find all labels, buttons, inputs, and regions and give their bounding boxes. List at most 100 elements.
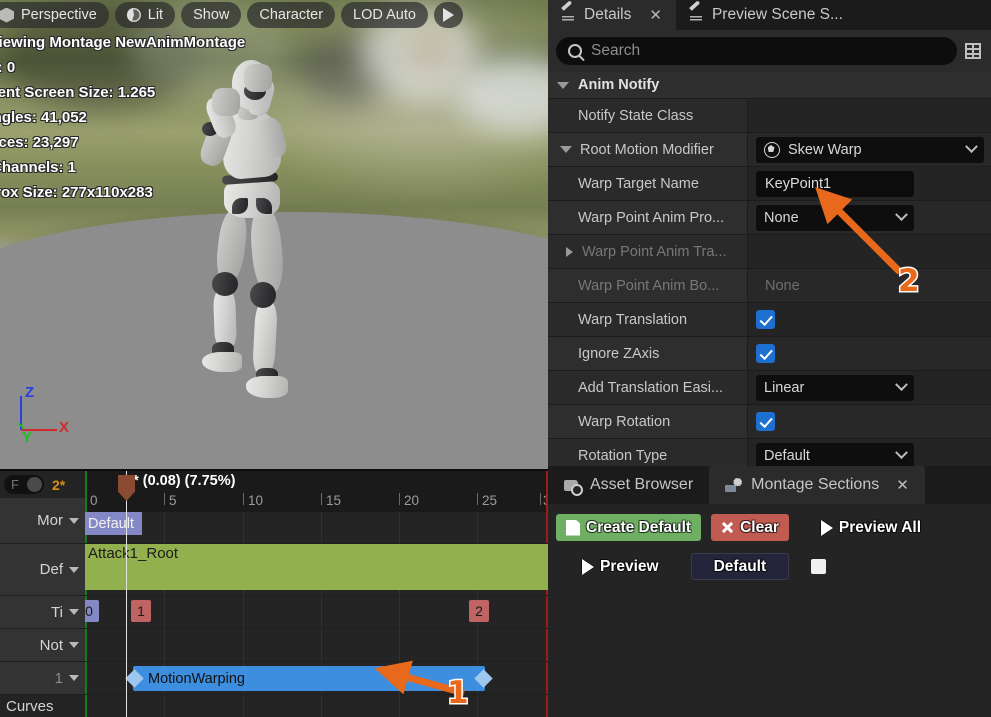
details-property-list[interactable]: Anim Notify Notify State Class Root Moti… [548,72,991,466]
close-icon[interactable]: ✕ [649,6,662,24]
timeline-track-header-montage[interactable]: Mor [0,498,85,544]
property-value[interactable] [748,99,991,132]
close-icon[interactable]: ✕ [896,476,909,494]
ignore-zaxis-checkbox[interactable] [756,344,775,363]
property-row-rotation-type[interactable]: Rotation Type Default [548,439,991,466]
notify-marker-2[interactable]: 2 [469,600,489,622]
viewport-stats-overlay: Previewing Montage NewAnimMontage LOD: 0… [0,30,245,205]
tab-montage-sections[interactable]: Montage Sections ✕ [709,466,925,504]
warp-point-anim-provider-value: None [764,209,799,226]
chevron-down-icon[interactable] [69,517,79,524]
clear-label: Clear [740,518,779,536]
timeline-track-header-curves[interactable]: Curves [0,695,85,717]
property-label: Warp Point Anim Tra... [582,243,727,260]
property-row-warp-rotation[interactable]: Warp Rotation [548,405,991,439]
section-loop-checkbox[interactable] [811,559,827,574]
axis-gizmo: Z X Y [14,384,69,446]
pencil-icon [560,7,576,23]
tab-preview-scene-settings[interactable]: Preview Scene S... [675,0,857,30]
clear-button[interactable]: Clear [711,514,789,541]
property-row-warp-point-anim-bone[interactable]: Warp Point Anim Bo... None [548,269,991,303]
timeline-track-header-notifies[interactable]: Not [0,629,85,662]
notify-right-handle[interactable] [474,669,493,688]
animation-segment[interactable]: Attack1_Root [85,544,548,590]
viewport-camera-mode-label: Perspective [21,7,97,23]
y-axis-label: Y [22,429,33,446]
viewport-playback-button[interactable] [433,2,463,28]
timeline-toggle-label: F [11,477,19,492]
rotation-type-dropdown[interactable]: Default [756,442,914,466]
section-default-button[interactable]: Default [690,553,790,580]
play-icon [820,519,833,536]
animation-segment-label: Attack1_Root [88,545,179,562]
warp-target-name-value: KeyPoint1 [765,175,832,192]
chevron-down-icon[interactable] [69,675,79,681]
property-row-add-translation-easing[interactable]: Add Translation Easi... Linear [548,371,991,405]
chevron-down-icon[interactable] [69,609,79,615]
viewport-show-menu-button[interactable]: Show [181,2,242,28]
warp-point-anim-bone-value: None [765,277,800,294]
notify-marker-0[interactable]: 0 [85,600,99,622]
timeline-frame-toggle[interactable]: F [4,475,44,494]
chevron-down-icon[interactable] [557,81,569,89]
property-row-warp-translation[interactable]: Warp Translation [548,303,991,337]
root-motion-modifier-dropdown[interactable]: Skew Warp [756,136,984,163]
viewport-lod-label: LOD Auto [353,7,416,23]
tab-details[interactable]: Details ✕ [548,0,676,30]
notify-marker-1[interactable]: 1 [131,600,151,622]
timeline-track-header-notify-1[interactable]: 1 [0,662,85,695]
create-default-button[interactable]: Create Default [556,514,702,541]
notify-left-handle[interactable] [125,669,144,688]
notify-marker-label: 1 [137,603,145,619]
ruler-tick [321,493,322,505]
timeline-ruler-caption: 2* (0.08) (7.75%) [125,473,236,489]
chevron-down-icon[interactable] [69,642,79,648]
viewport-character-menu-button[interactable]: Character [247,2,336,28]
notify-marker-label: 0 [85,603,93,619]
property-row-warp-point-anim-provider[interactable]: Warp Point Anim Pro... None [548,201,991,235]
section-default-label: Default [713,557,767,575]
property-row-warp-target-name[interactable]: Warp Target Name KeyPoint1 [548,167,991,201]
preview-button[interactable]: Preview [578,553,669,580]
property-row-root-motion-modifier[interactable]: Root Motion Modifier Skew Warp [548,133,991,167]
chevron-down-icon[interactable] [560,146,572,153]
montage-section-default[interactable]: Default [85,512,142,535]
timeline-tracks[interactable]: 2* (0.08) (7.75%) 0 5 10 15 20 25 3 [85,471,548,717]
stat-line: Previewing Montage NewAnimMontage [0,34,246,51]
chevron-right-icon[interactable] [566,246,573,257]
chevron-down-icon [895,378,908,392]
warp-point-anim-bone-field[interactable]: None [756,272,914,299]
property-row-warp-point-anim-transform[interactable]: Warp Point Anim Tra... [548,235,991,269]
viewport-camera-mode-button[interactable]: Perspective [0,2,109,28]
ruler-tick [243,493,244,505]
timeline-ruler[interactable]: 2* (0.08) (7.75%) 0 5 10 15 20 25 3 [85,471,548,512]
timeline-track-header-default[interactable]: Def [0,544,85,596]
warp-point-anim-provider-dropdown[interactable]: None [756,204,914,231]
search-icon [568,44,582,58]
add-translation-easing-dropdown[interactable]: Linear [756,374,914,401]
tab-asset-browser[interactable]: Asset Browser [548,466,709,504]
timeline-track-header-timing[interactable]: Ti [0,596,85,629]
timeline-header-toolbar: F 2* [0,471,85,498]
grid-view-icon[interactable] [965,43,981,59]
viewport-lod-menu-button[interactable]: LOD Auto [341,2,428,28]
property-row-notify-state-class[interactable]: Notify State Class [548,99,991,133]
warp-rotation-checkbox[interactable] [756,412,775,431]
chevron-down-icon[interactable] [69,566,79,573]
viewport-character-label: Character [259,7,324,23]
property-row-ignore-zaxis[interactable]: Ignore ZAxis [548,337,991,371]
right-panel-column: Details ✕ Preview Scene S... Search Anim… [548,0,991,717]
warp-translation-checkbox[interactable] [756,310,775,329]
timeline-current-frame: 2* [52,476,66,493]
viewport-3d[interactable]: Perspective Lit Show Character LOD Auto … [0,0,548,469]
preview-all-button[interactable]: Preview All [817,514,931,541]
track-header-label: 1 [54,669,63,687]
rotation-type-value: Default [764,447,810,464]
viewport-view-mode-button[interactable]: Lit [114,2,176,28]
motion-warping-notify[interactable]: MotionWarping [125,666,493,691]
property-group-anim-notify[interactable]: Anim Notify [548,72,991,99]
search-input[interactable]: Search [556,37,957,65]
tab-details-label: Details [584,6,632,23]
warp-target-name-field[interactable]: KeyPoint1 [756,170,914,197]
ruler-tick-label: 15 [326,493,342,508]
